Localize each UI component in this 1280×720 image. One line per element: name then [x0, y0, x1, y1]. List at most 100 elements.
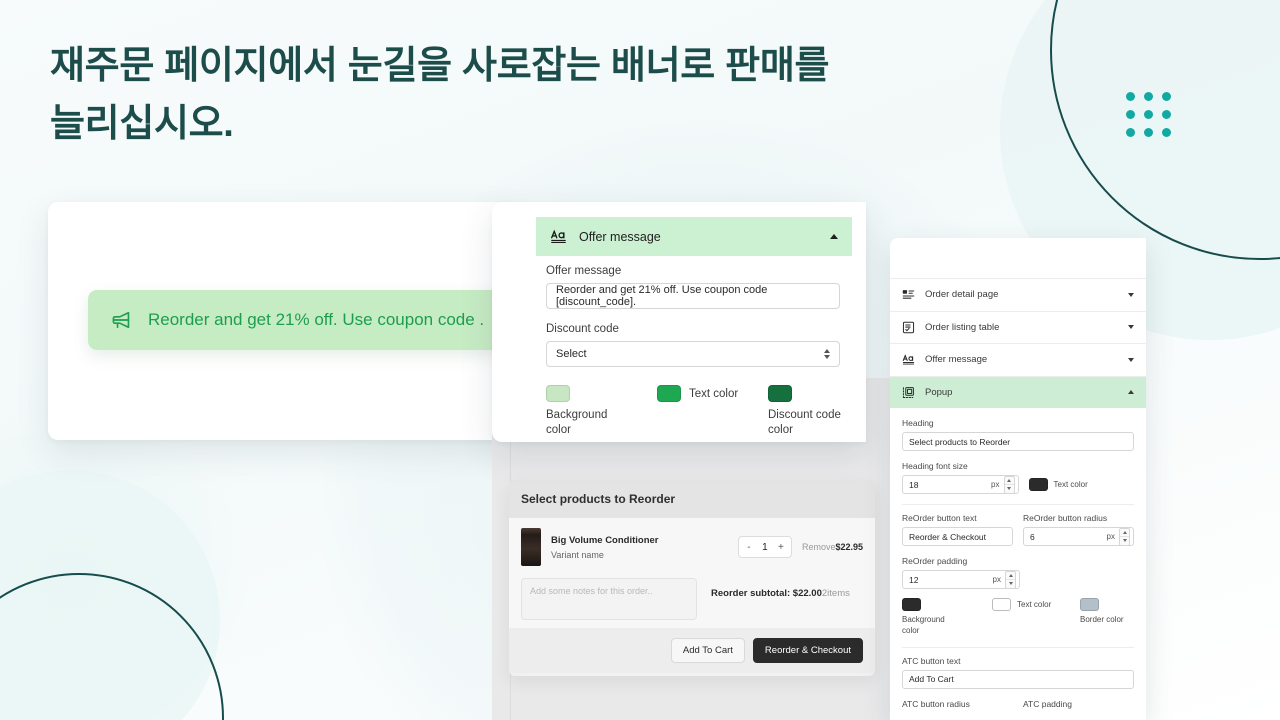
reorder-button-radius-value: 6 [1030, 531, 1035, 542]
background-color-label: Background color [546, 409, 608, 436]
heading-input[interactable]: Select products to Reorder [902, 432, 1134, 451]
decorative-dot-grid-icon [1126, 92, 1171, 137]
offer-message-banner-preview: Reorder and get 21% off. Use coupon code… [88, 290, 512, 350]
add-to-cart-button[interactable]: Add To Cart [670, 638, 745, 663]
panel-top-spacer [890, 238, 1146, 278]
heading-field-label: Heading [902, 418, 934, 428]
reorder-button-radius-stepper[interactable]: 6 px [1023, 527, 1134, 546]
sidebar-item-offer-message[interactable]: Offer message [890, 343, 1146, 376]
product-name: Big Volume Conditioner [551, 534, 659, 546]
sidebar-item-popup[interactable]: Popup [890, 375, 1146, 408]
decorative-outline-circle-top-right [1050, 0, 1280, 260]
sidebar-label: Order listing table [925, 321, 1000, 333]
padding-unit: px [992, 575, 1001, 584]
decorative-outline-circle-bottom-left [0, 573, 224, 720]
discount-code-color-label: Discount code color [768, 409, 841, 436]
text-color-picker[interactable]: Text color [657, 385, 768, 438]
stepper-arrows-icon[interactable] [1003, 475, 1015, 494]
popup-box-icon [902, 386, 914, 398]
offer-message-field-label: Offer message [546, 265, 622, 277]
background-color-picker[interactable]: Background color [546, 385, 657, 438]
page-headline: 재주문 페이지에서 눈길을 사로잡는 배너로 판매를 늘리십시오. [50, 45, 840, 145]
heading-text-color-picker[interactable]: Text color [1028, 478, 1135, 491]
text-color-swatch[interactable] [657, 385, 681, 402]
discount-code-select[interactable]: Select [546, 341, 840, 367]
popup-settings-body: Heading Select products to Reorder Headi… [890, 408, 1146, 713]
heading-font-size-value: 18 [909, 479, 919, 490]
discount-code-color-picker[interactable]: Discount code color [768, 385, 842, 438]
quantity-increase-button[interactable]: + [773, 542, 789, 553]
text-color-label: Text color [689, 387, 739, 400]
sidebar-label: Order detail page [925, 289, 999, 301]
offer-message-input[interactable]: Reorder and get 21% off. Use coupon code… [546, 283, 840, 309]
heading-text-color-swatch[interactable] [1028, 478, 1048, 491]
chevron-up-icon[interactable] [830, 234, 838, 239]
remove-link[interactable]: Remove [802, 542, 836, 552]
divider [902, 646, 1134, 648]
reorder-border-color-picker[interactable]: Border color [1080, 598, 1132, 626]
product-variant: Variant name [551, 549, 604, 560]
order-listing-table-icon [902, 321, 915, 333]
stepper-arrows-icon[interactable] [1005, 570, 1016, 589]
chevron-up-icon[interactable] [1128, 390, 1134, 395]
reorder-text-color-picker[interactable]: Text color [992, 598, 1080, 611]
reorder-text-color-label: Text color [1017, 600, 1052, 609]
reorder-button-text-label: ReOrder button text [902, 513, 977, 523]
text-format-aa-icon [551, 229, 566, 244]
order-notes-input[interactable]: Add some notes for this order.. [521, 578, 697, 620]
popup-product-row: Big Volume Conditioner Variant name - 1 … [521, 528, 863, 566]
product-thumbnail-image [521, 528, 541, 566]
font-size-unit: px [991, 480, 1000, 489]
product-price: $22.95 [835, 542, 863, 552]
chevron-down-icon[interactable] [1128, 292, 1134, 297]
reorder-background-color-swatch[interactable] [902, 598, 921, 611]
megaphone-icon [112, 311, 130, 329]
select-arrows-icon [824, 349, 830, 359]
atc-button-radius-label: ATC button radius [902, 698, 970, 709]
sidebar-item-order-listing-table[interactable]: Order listing table [890, 310, 1146, 343]
offer-message-accordion-title: Offer message [579, 229, 661, 244]
order-detail-page-icon [902, 290, 915, 299]
reorder-subtotal: Reorder subtotal: $22.002items [711, 578, 850, 599]
reorder-border-color-label: Border color [1080, 615, 1124, 624]
sidebar-item-order-detail-page[interactable]: Order detail page [890, 278, 1146, 311]
quantity-decrease-button[interactable]: - [741, 542, 757, 553]
reorder-background-color-label: Background color [902, 615, 945, 635]
reorder-padding-value: 12 [909, 574, 919, 585]
reorder-padding-label: ReOrder padding [902, 556, 968, 566]
chevron-down-icon[interactable] [1128, 357, 1134, 362]
heading-font-size-stepper[interactable]: 18 px [902, 475, 1019, 494]
reorder-button-text-input[interactable]: Reorder & Checkout [902, 527, 1013, 546]
quantity-value: 1 [762, 541, 768, 553]
heading-font-size-label: Heading font size [902, 461, 968, 471]
radius-unit: px [1106, 532, 1115, 541]
decorative-filled-circle-bottom-left [0, 470, 220, 720]
product-price-block: Remove$22.95 [802, 542, 863, 552]
popup-preview-card: Select products to Reorder Big Volume Co… [509, 480, 875, 676]
chevron-down-icon[interactable] [1128, 325, 1134, 330]
quantity-stepper[interactable]: - 1 + [737, 536, 792, 558]
reorder-button-radius-label: ReOrder button radius [1023, 513, 1108, 523]
subtotal-amount: Reorder subtotal: $22.00 [711, 588, 822, 599]
heading-text-color-label: Text color [1053, 480, 1088, 489]
reorder-checkout-button[interactable]: Reorder & Checkout [752, 638, 863, 663]
reorder-border-color-swatch[interactable] [1080, 598, 1099, 611]
atc-padding-label: ATC padding [1023, 698, 1072, 709]
background-color-swatch[interactable] [546, 385, 570, 402]
discount-code-field-label: Discount code [546, 323, 619, 335]
text-format-aa-icon [902, 354, 915, 365]
discount-code-selected-value: Select [556, 348, 587, 360]
offer-message-accordion-header[interactable]: Offer message [536, 217, 852, 256]
atc-button-text-input[interactable]: Add To Cart [902, 669, 1134, 689]
stepper-arrows-icon[interactable] [1119, 527, 1130, 546]
divider [902, 504, 1134, 505]
reorder-background-color-picker[interactable]: Background color [902, 598, 992, 637]
reorder-padding-stepper[interactable]: 12 px [902, 570, 1020, 589]
banner-text: Reorder and get 21% off. Use coupon code… [148, 310, 485, 329]
discount-code-color-swatch[interactable] [768, 385, 792, 402]
reorder-text-color-swatch[interactable] [992, 598, 1011, 611]
background-blob-bottom-left [0, 430, 280, 720]
sidebar-label: Popup [925, 386, 953, 398]
settings-side-panel: Order detail page Order listing table Of… [890, 238, 1146, 720]
popup-preview-heading: Select products to Reorder [509, 480, 875, 518]
